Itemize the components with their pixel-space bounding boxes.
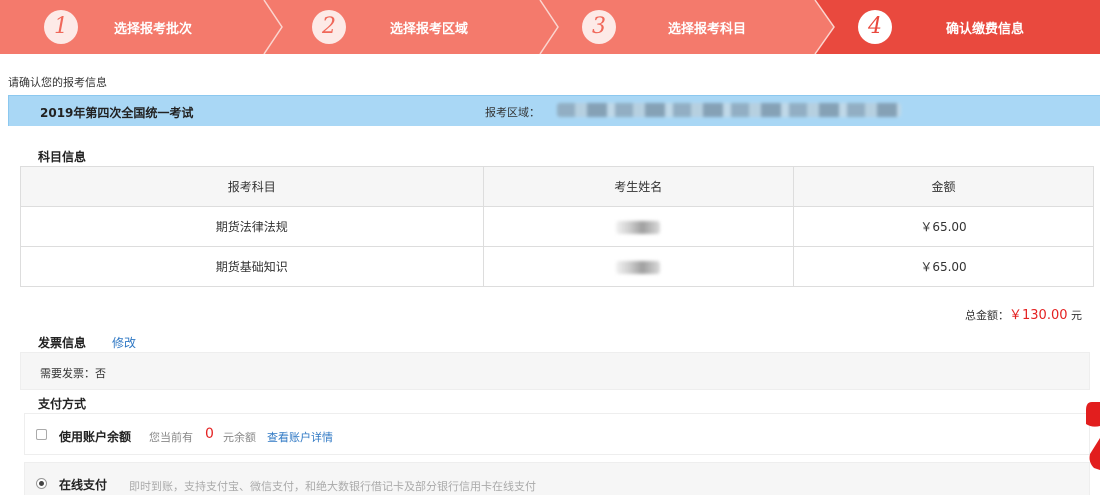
online-payment-radio[interactable] [36,478,47,489]
step-3-number: 3 [582,10,616,44]
column-header-subject: 报考科目 [20,166,484,207]
invoice-box: 需要发票：否 [20,352,1090,390]
balance-suffix: 元余额 [223,431,256,444]
step-2[interactable]: 2 选择报考区域 [262,0,538,54]
total-amount: 总金额：￥130.00 元 [965,304,1082,323]
subjects-table: 报考科目 考生姓名 金额 期货法律法规 ￥65.00 期货基础知识 ￥65.00 [20,166,1095,287]
candidate-name-cell [482,206,794,247]
step-3[interactable]: 3 选择报考科目 [538,0,816,54]
subject-cell: 期货法律法规 [20,206,484,247]
column-header-amount: 金额 [792,166,1095,207]
step-4-active[interactable]: 4 确认缴费信息 [816,0,1100,54]
exam-title: 2019年第四次全国统一考试 [40,106,194,120]
progress-steps: 1 选择报考批次 2 选择报考区域 3 选择报考科目 4 确认缴费信息 [0,0,1100,54]
use-balance-label: 使用账户余额 [59,430,132,444]
total-value: ￥130.00 [1009,308,1068,323]
column-header-candidate-name: 考生姓名 [482,166,794,207]
table-row: 期货法律法规 ￥65.00 [20,206,1095,247]
balance-value: 0 [205,426,214,442]
balance-payment-option[interactable]: 使用账户余额 您当前有 0 元余额 查看账户详情 [24,413,1090,455]
step-4-number: 4 [858,10,892,44]
region-value-redacted [557,103,901,117]
modify-invoice-link[interactable]: 修改 [112,334,136,351]
candidate-name-cell [482,246,794,287]
step-1[interactable]: 1 选择报考批次 [0,0,262,54]
step-3-label: 选择报考科目 [668,22,747,37]
online-payment-desc: 即时到账，支持支付宝、微信支付，和绝大数银行借记卡及部分银行信用卡在线支付 [129,480,536,493]
invoice-section-title: 发票信息 [38,336,87,350]
floating-side-tab-icon[interactable] [1086,402,1100,470]
step-2-number: 2 [312,10,346,44]
candidate-name-redacted [616,220,661,234]
candidate-name-redacted [616,260,661,274]
view-account-details-link[interactable]: 查看账户详情 [267,429,333,445]
confirm-tip: 请确认您的报考信息 [8,76,107,89]
step-1-label: 选择报考批次 [114,22,193,37]
use-balance-checkbox[interactable] [36,429,47,440]
exam-header: 2019年第四次全国统一考试 报考区域： [8,95,1100,126]
step-1-number: 1 [44,10,78,44]
payment-section-title: 支付方式 [38,397,87,411]
table-row: 期货基础知识 ￥65.00 [20,246,1095,287]
amount-cell: ￥65.00 [792,206,1095,247]
total-unit: 元 [1071,309,1082,322]
balance-prefix: 您当前有 [149,431,193,444]
amount-cell: ￥65.00 [792,246,1095,287]
step-2-label: 选择报考区域 [390,22,469,37]
region-label: 报考区域： [485,106,540,119]
step-4-label: 确认缴费信息 [946,22,1025,37]
need-invoice-text: 需要发票：否 [40,367,106,380]
online-payment-option[interactable]: 在线支付 即时到账，支持支付宝、微信支付，和绝大数银行借记卡及部分银行信用卡在线… [24,462,1090,495]
subjects-section-title: 科目信息 [38,150,87,164]
total-label: 总金额： [965,309,1009,322]
table-header-row: 报考科目 考生姓名 金额 [20,166,1095,207]
subject-cell: 期货基础知识 [20,246,484,287]
online-payment-label: 在线支付 [59,478,108,492]
